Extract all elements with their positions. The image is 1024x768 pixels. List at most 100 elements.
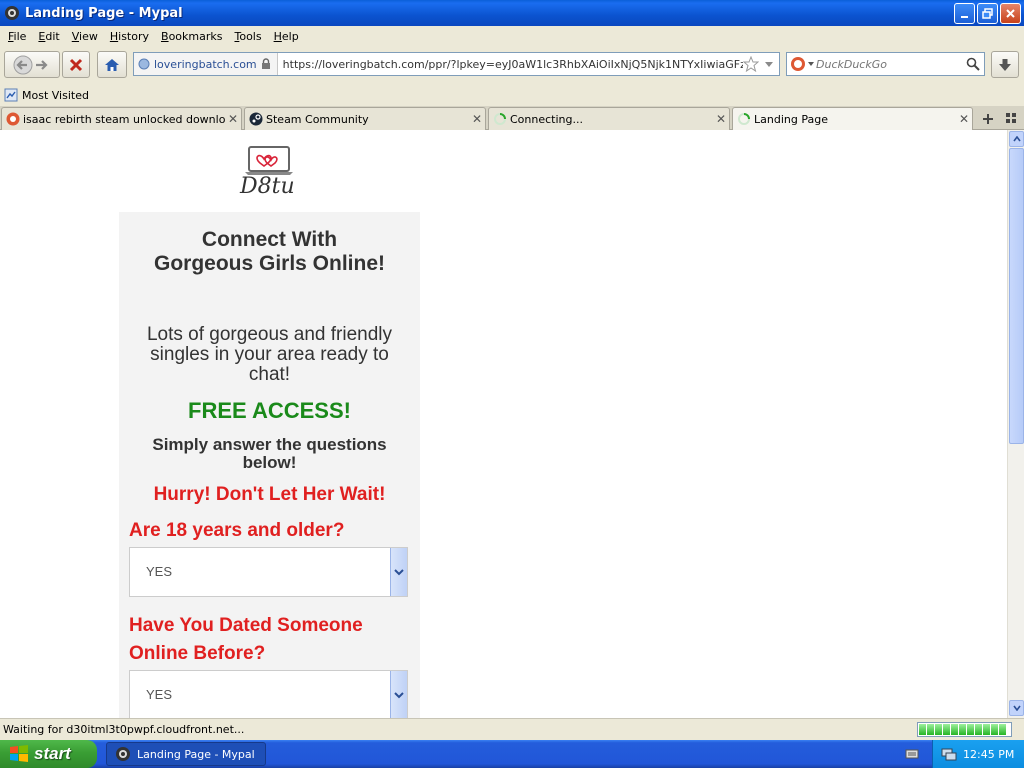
question-dated-label-line-1: Have You Dated Someone bbox=[129, 615, 363, 636]
start-label: start bbox=[34, 744, 71, 763]
menu-edit[interactable]: Edit bbox=[32, 30, 65, 43]
url-text[interactable]: https://loveringbatch.com/ppr/?lpkey=eyJ… bbox=[278, 58, 743, 71]
home-button[interactable] bbox=[97, 51, 127, 78]
restore-icon bbox=[982, 8, 993, 19]
tab-label: Steam Community bbox=[266, 112, 369, 126]
new-tab-button[interactable] bbox=[977, 108, 999, 129]
menu-help[interactable]: Help bbox=[268, 30, 305, 43]
clock[interactable]: 12:45 PM bbox=[963, 748, 1014, 761]
tab-isaac-rebirth[interactable]: isaac rebirth steam unlocked download ..… bbox=[1, 107, 242, 130]
dropdown-arrow-icon[interactable] bbox=[390, 671, 407, 718]
dated-online-select[interactable]: YES bbox=[129, 670, 408, 718]
home-icon bbox=[105, 58, 119, 71]
vertical-scrollbar[interactable] bbox=[1007, 130, 1024, 718]
scrollbar-thumb[interactable] bbox=[1009, 148, 1024, 444]
title-bar: Landing Page - Mypal bbox=[0, 0, 1024, 26]
minimize-button[interactable] bbox=[954, 3, 975, 24]
signup-panel: Connect With Gorgeous Girls Online! Lots… bbox=[119, 212, 420, 718]
search-bar[interactable] bbox=[786, 52, 985, 76]
instructions-line-2: below! bbox=[242, 453, 297, 472]
menu-tools[interactable]: Tools bbox=[228, 30, 267, 43]
window-title: Landing Page - Mypal bbox=[25, 5, 183, 21]
close-icon bbox=[1006, 9, 1015, 18]
taskbar-item-label: Landing Page - Mypal bbox=[137, 747, 255, 761]
plus-icon bbox=[983, 113, 993, 124]
tab-label: Landing Page bbox=[754, 112, 828, 126]
grid-icon bbox=[1006, 113, 1016, 123]
windows-logo-icon bbox=[10, 745, 28, 762]
site-identity-label: loveringbatch.com bbox=[154, 57, 257, 71]
menu-history[interactable]: History bbox=[104, 30, 155, 43]
tab-landing-page[interactable]: Landing Page ✕ bbox=[732, 107, 973, 130]
subtext-line-1: Lots of gorgeous and friendly bbox=[146, 324, 393, 345]
age-select-value: YES bbox=[146, 564, 173, 579]
dated-online-select-value: YES bbox=[146, 687, 173, 702]
download-arrow-icon bbox=[999, 58, 1011, 71]
tab-connecting[interactable]: Connecting... ✕ bbox=[488, 107, 730, 130]
tab-strip: isaac rebirth steam unlocked download ..… bbox=[0, 106, 1024, 130]
tab-steam-community[interactable]: Steam Community ✕ bbox=[244, 107, 486, 130]
menu-file[interactable]: File bbox=[2, 30, 32, 43]
page-load-progress-bar bbox=[917, 722, 1012, 737]
scroll-up-button[interactable] bbox=[1009, 131, 1024, 147]
navigation-toolbar: loveringbatch.com https://loveringbatch.… bbox=[0, 46, 1024, 84]
tab-label: isaac rebirth steam unlocked download ..… bbox=[23, 112, 225, 126]
scroll-down-button[interactable] bbox=[1009, 700, 1024, 716]
restore-button[interactable] bbox=[977, 3, 998, 24]
taskbar: start Landing Page - Mypal 12:45 PM bbox=[0, 740, 1024, 768]
dropdown-arrow-icon[interactable] bbox=[390, 548, 407, 596]
bookmarks-toolbar: Most Visited bbox=[0, 84, 1024, 106]
scroll-up-icon bbox=[1012, 136, 1021, 142]
back-arrow-icon bbox=[13, 55, 33, 74]
search-icon[interactable] bbox=[966, 57, 980, 71]
free-access-text: FREE ACCESS! bbox=[188, 398, 351, 423]
stop-icon bbox=[69, 58, 83, 71]
site-identity-box[interactable]: loveringbatch.com bbox=[134, 53, 278, 75]
back-forward-buttons[interactable] bbox=[4, 51, 60, 78]
menu-view[interactable]: View bbox=[66, 30, 104, 43]
loading-spinner-icon bbox=[494, 113, 506, 125]
headline-line-1: Connect With bbox=[201, 228, 338, 251]
most-visited-icon bbox=[4, 88, 18, 102]
tab-close-icon[interactable]: ✕ bbox=[713, 112, 729, 126]
close-window-button[interactable] bbox=[1000, 3, 1021, 24]
tab-label: Connecting... bbox=[510, 112, 583, 126]
subtext-line-2: singles in your area ready to bbox=[150, 344, 389, 365]
downloads-button[interactable] bbox=[991, 51, 1019, 78]
duckduckgo-icon[interactable] bbox=[790, 56, 816, 72]
steam-favicon-icon bbox=[249, 112, 263, 126]
instructions-line-1: Simply answer the questions bbox=[152, 435, 387, 454]
search-input[interactable] bbox=[816, 57, 956, 71]
taskbar-item-mypal[interactable]: Landing Page - Mypal bbox=[106, 742, 266, 766]
logo-text: D8tu bbox=[240, 174, 295, 199]
keyboard-icon[interactable] bbox=[905, 747, 919, 761]
bookmark-most-visited[interactable]: Most Visited bbox=[22, 89, 89, 102]
url-dropdown-icon[interactable] bbox=[762, 57, 776, 71]
stop-button[interactable] bbox=[62, 51, 90, 78]
subtext-line-3: chat! bbox=[248, 364, 291, 385]
loading-spinner-icon bbox=[738, 113, 750, 125]
hurry-text: Hurry! Don't Let Her Wait! bbox=[153, 484, 386, 505]
tab-list-button[interactable] bbox=[1004, 111, 1020, 127]
start-button[interactable]: start bbox=[0, 740, 97, 768]
tab-close-icon[interactable]: ✕ bbox=[956, 112, 972, 126]
headline-line-2: Gorgeous Girls Online! bbox=[153, 252, 386, 275]
bookmark-star-icon[interactable] bbox=[743, 56, 759, 72]
network-icon[interactable] bbox=[941, 746, 957, 762]
mypal-app-icon bbox=[116, 747, 130, 761]
tab-close-icon[interactable]: ✕ bbox=[469, 112, 485, 126]
age-select[interactable]: YES bbox=[129, 547, 408, 597]
status-bar: Waiting for d30itml3t0pwpf.cloudfront.ne… bbox=[0, 718, 1024, 740]
duckduckgo-favicon-icon bbox=[6, 112, 20, 126]
tab-close-icon[interactable]: ✕ bbox=[225, 112, 241, 126]
menu-bookmarks[interactable]: Bookmarks bbox=[155, 30, 228, 43]
url-bar[interactable]: loveringbatch.com https://loveringbatch.… bbox=[133, 52, 780, 76]
page-content: D8tu Connect With Gorgeous Girls Online!… bbox=[0, 130, 1007, 718]
question-dated-label-line-2: Online Before? bbox=[129, 643, 266, 664]
forward-arrow-icon bbox=[36, 59, 48, 70]
menu-bar: File Edit View History Bookmarks Tools H… bbox=[0, 26, 1024, 46]
mypal-app-icon bbox=[5, 6, 19, 20]
lock-icon bbox=[261, 58, 270, 69]
globe-icon bbox=[138, 58, 150, 70]
question-age-label: Are 18 years and older? bbox=[129, 520, 345, 541]
